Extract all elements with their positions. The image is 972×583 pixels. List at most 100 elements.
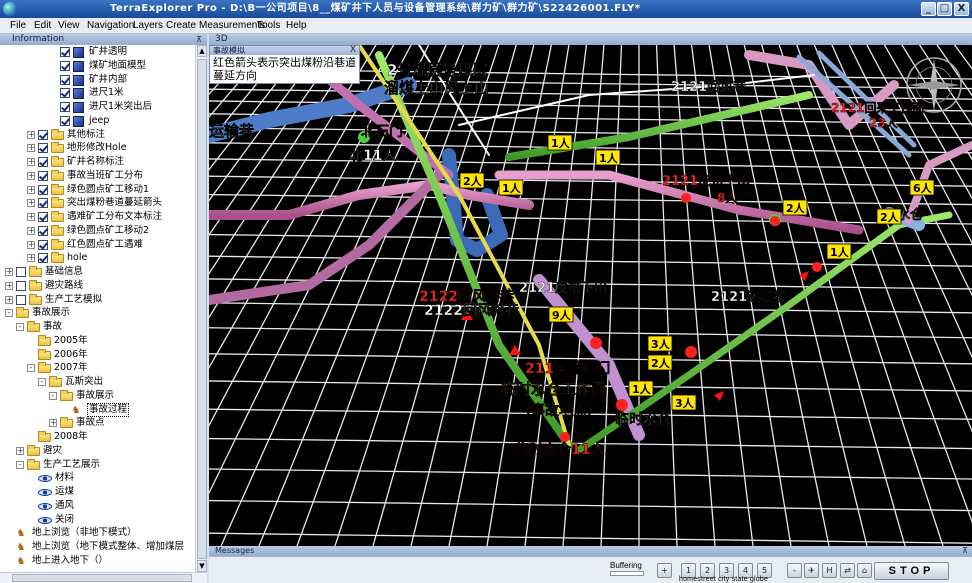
home-view-icon[interactable]: ⌂ [857, 563, 872, 578]
tree-item[interactable]: - 2007年 [0, 361, 195, 375]
tree-item[interactable]: + 红色圆点矿工遇难 [0, 238, 195, 252]
3d-view[interactable]: 2号煤层号煤层 溜煤上山风上山 2121回风巷 2121回采工作面 23人 运输巷 北石门北… [209, 45, 972, 546]
layer-checkbox[interactable] [38, 225, 48, 236]
tree-item[interactable]: ♞ 事故过程 [0, 402, 195, 417]
fly-mode-icon[interactable]: ✈ [804, 563, 819, 578]
tree-item[interactable]: 关闭 [0, 513, 195, 527]
menu-view[interactable]: View [58, 19, 80, 33]
maximize-button[interactable]: □ [937, 2, 952, 16]
swap-view-icon[interactable]: ⇄ [840, 563, 855, 578]
layer-checkbox[interactable] [38, 184, 48, 195]
tree-item[interactable]: + 基础信息 [0, 265, 195, 279]
scroll-thumb[interactable] [197, 59, 207, 559]
collapse-minus-icon[interactable]: - [16, 460, 24, 469]
menu-create[interactable]: Create [166, 19, 196, 33]
tree-item[interactable]: + 避灾 [0, 444, 195, 458]
minimize-button[interactable]: _ [921, 2, 936, 16]
tooltip-close-icon[interactable]: X [350, 45, 356, 55]
tree-item[interactable]: 通风 [0, 499, 195, 513]
layer-checkbox[interactable] [60, 47, 70, 57]
tree-item[interactable]: + 矿井名称标注 [0, 155, 195, 169]
collapse-minus-icon[interactable]: - [27, 364, 35, 373]
expand-plus-icon[interactable]: + [5, 281, 13, 290]
tree-item[interactable]: + 事故当班矿工分布 [0, 169, 195, 183]
layer-checkbox[interactable] [38, 170, 48, 181]
hscroll-thumb[interactable] [12, 574, 192, 582]
scroll-down-arrow-icon[interactable]: ▼ [197, 560, 207, 572]
menu-file[interactable]: File [10, 19, 26, 33]
tree-item[interactable]: 矿井内部 [0, 73, 195, 87]
tree-item[interactable]: + 绿色圆点矿工移动1 [0, 183, 195, 197]
expand-plus-icon[interactable]: + [27, 130, 35, 139]
expand-plus-icon[interactable]: + [27, 158, 35, 166]
menu-tools[interactable]: Tools [257, 19, 280, 33]
tree-item[interactable]: + 生产工艺模拟 [0, 293, 195, 307]
tree-item[interactable]: - 事故 [0, 320, 195, 334]
expand-plus-icon[interactable]: + [27, 240, 35, 249]
menu-measurements[interactable]: Measurements [199, 19, 265, 33]
tree-item[interactable]: 材料 [0, 471, 195, 485]
close-button[interactable]: X [954, 2, 969, 16]
tree-item[interactable]: 2005年 [0, 334, 195, 348]
tab-3d[interactable]: 3D [209, 34, 972, 45]
expand-plus-icon[interactable]: + [16, 446, 24, 455]
layer-checkbox[interactable] [16, 280, 26, 291]
tree-item[interactable]: - 生产工艺展示 [0, 458, 195, 472]
expand-plus-icon[interactable]: + [27, 144, 35, 153]
tree-item[interactable]: + 突出煤粉巷道蔓延箭头 [0, 196, 195, 210]
tree-item[interactable]: - 事故展示 [0, 306, 195, 320]
layer-checkbox[interactable] [60, 88, 70, 99]
tree-item[interactable]: ♞ 地上浏览（非地下模式） [0, 526, 195, 540]
layer-checkbox[interactable] [60, 60, 70, 71]
tree-item[interactable]: - 瓦斯突出 [0, 375, 195, 389]
tree-item[interactable]: 运煤 [0, 485, 195, 499]
zoom-out-button[interactable]: - [787, 563, 802, 578]
zoom-in-button[interactable]: + [657, 563, 672, 578]
menu-navigation[interactable]: Navigation [87, 19, 134, 33]
tree-item[interactable]: 煤矿地面模型 [0, 59, 195, 73]
expand-plus-icon[interactable]: + [5, 295, 13, 304]
expand-plus-icon[interactable]: + [27, 171, 35, 180]
tree-item[interactable]: ♞ 地上进入地下（） [0, 554, 195, 568]
layer-checkbox[interactable] [38, 239, 48, 250]
layer-checkbox[interactable] [38, 129, 48, 140]
layer-checkbox[interactable] [38, 198, 48, 209]
expand-plus-icon[interactable]: + [27, 185, 35, 194]
layer-checkbox[interactable] [60, 74, 70, 85]
expand-plus-icon[interactable]: + [27, 199, 35, 208]
tree-vertical-scrollbar[interactable]: ▲ ▼ [195, 45, 207, 572]
tree-item[interactable]: 矿井透明 [0, 45, 195, 59]
layer-checkbox[interactable] [60, 102, 70, 112]
collapse-minus-icon[interactable]: - [16, 323, 24, 331]
layer-checkbox[interactable] [16, 267, 26, 277]
tree-item[interactable]: 进尺1米突出后 [0, 100, 195, 114]
expand-plus-icon[interactable]: + [27, 254, 35, 263]
layer-checkbox[interactable] [38, 157, 48, 167]
expand-plus-icon[interactable]: + [5, 268, 13, 276]
tree-item[interactable]: + 遇难矿工分布文本标注 [0, 210, 195, 224]
layer-checkbox[interactable] [60, 115, 70, 126]
layer-checkbox[interactable] [38, 143, 48, 154]
tree-item[interactable]: + hole [0, 251, 195, 265]
expand-plus-icon[interactable]: + [49, 419, 57, 428]
menu-help[interactable]: Help [286, 19, 307, 33]
tree-item[interactable]: 2006年 [0, 348, 195, 362]
menu-edit[interactable]: Edit [34, 19, 51, 33]
tree-item[interactable]: + 绿色圆点矿工移动2 [0, 224, 195, 238]
layer-checkbox[interactable] [38, 212, 48, 222]
menu-layers[interactable]: Layers [133, 19, 163, 33]
tree-item[interactable]: 进尺1米 [0, 86, 195, 100]
tree-item[interactable]: + 地形修改Hole [0, 141, 195, 155]
tree-item[interactable]: - 事故展示 [0, 389, 195, 403]
expand-plus-icon[interactable]: + [27, 213, 35, 221]
hand-tool-icon[interactable]: H [822, 563, 837, 578]
panel-pin-icon[interactable]: ⊼ [196, 35, 202, 44]
scroll-up-arrow-icon[interactable]: ▲ [197, 45, 207, 57]
tree-item[interactable]: + 事故点 [0, 416, 195, 430]
tree-item[interactable]: ♞ 地上浏览（地下模式整体、增加煤层 [0, 540, 195, 554]
messages-pin-icon[interactable]: ⊼ [962, 546, 968, 556]
layer-checkbox[interactable] [38, 253, 48, 264]
expand-plus-icon[interactable]: + [27, 226, 35, 235]
tree-item[interactable]: + 避灾路线 [0, 279, 195, 293]
collapse-minus-icon[interactable]: - [38, 378, 46, 386]
